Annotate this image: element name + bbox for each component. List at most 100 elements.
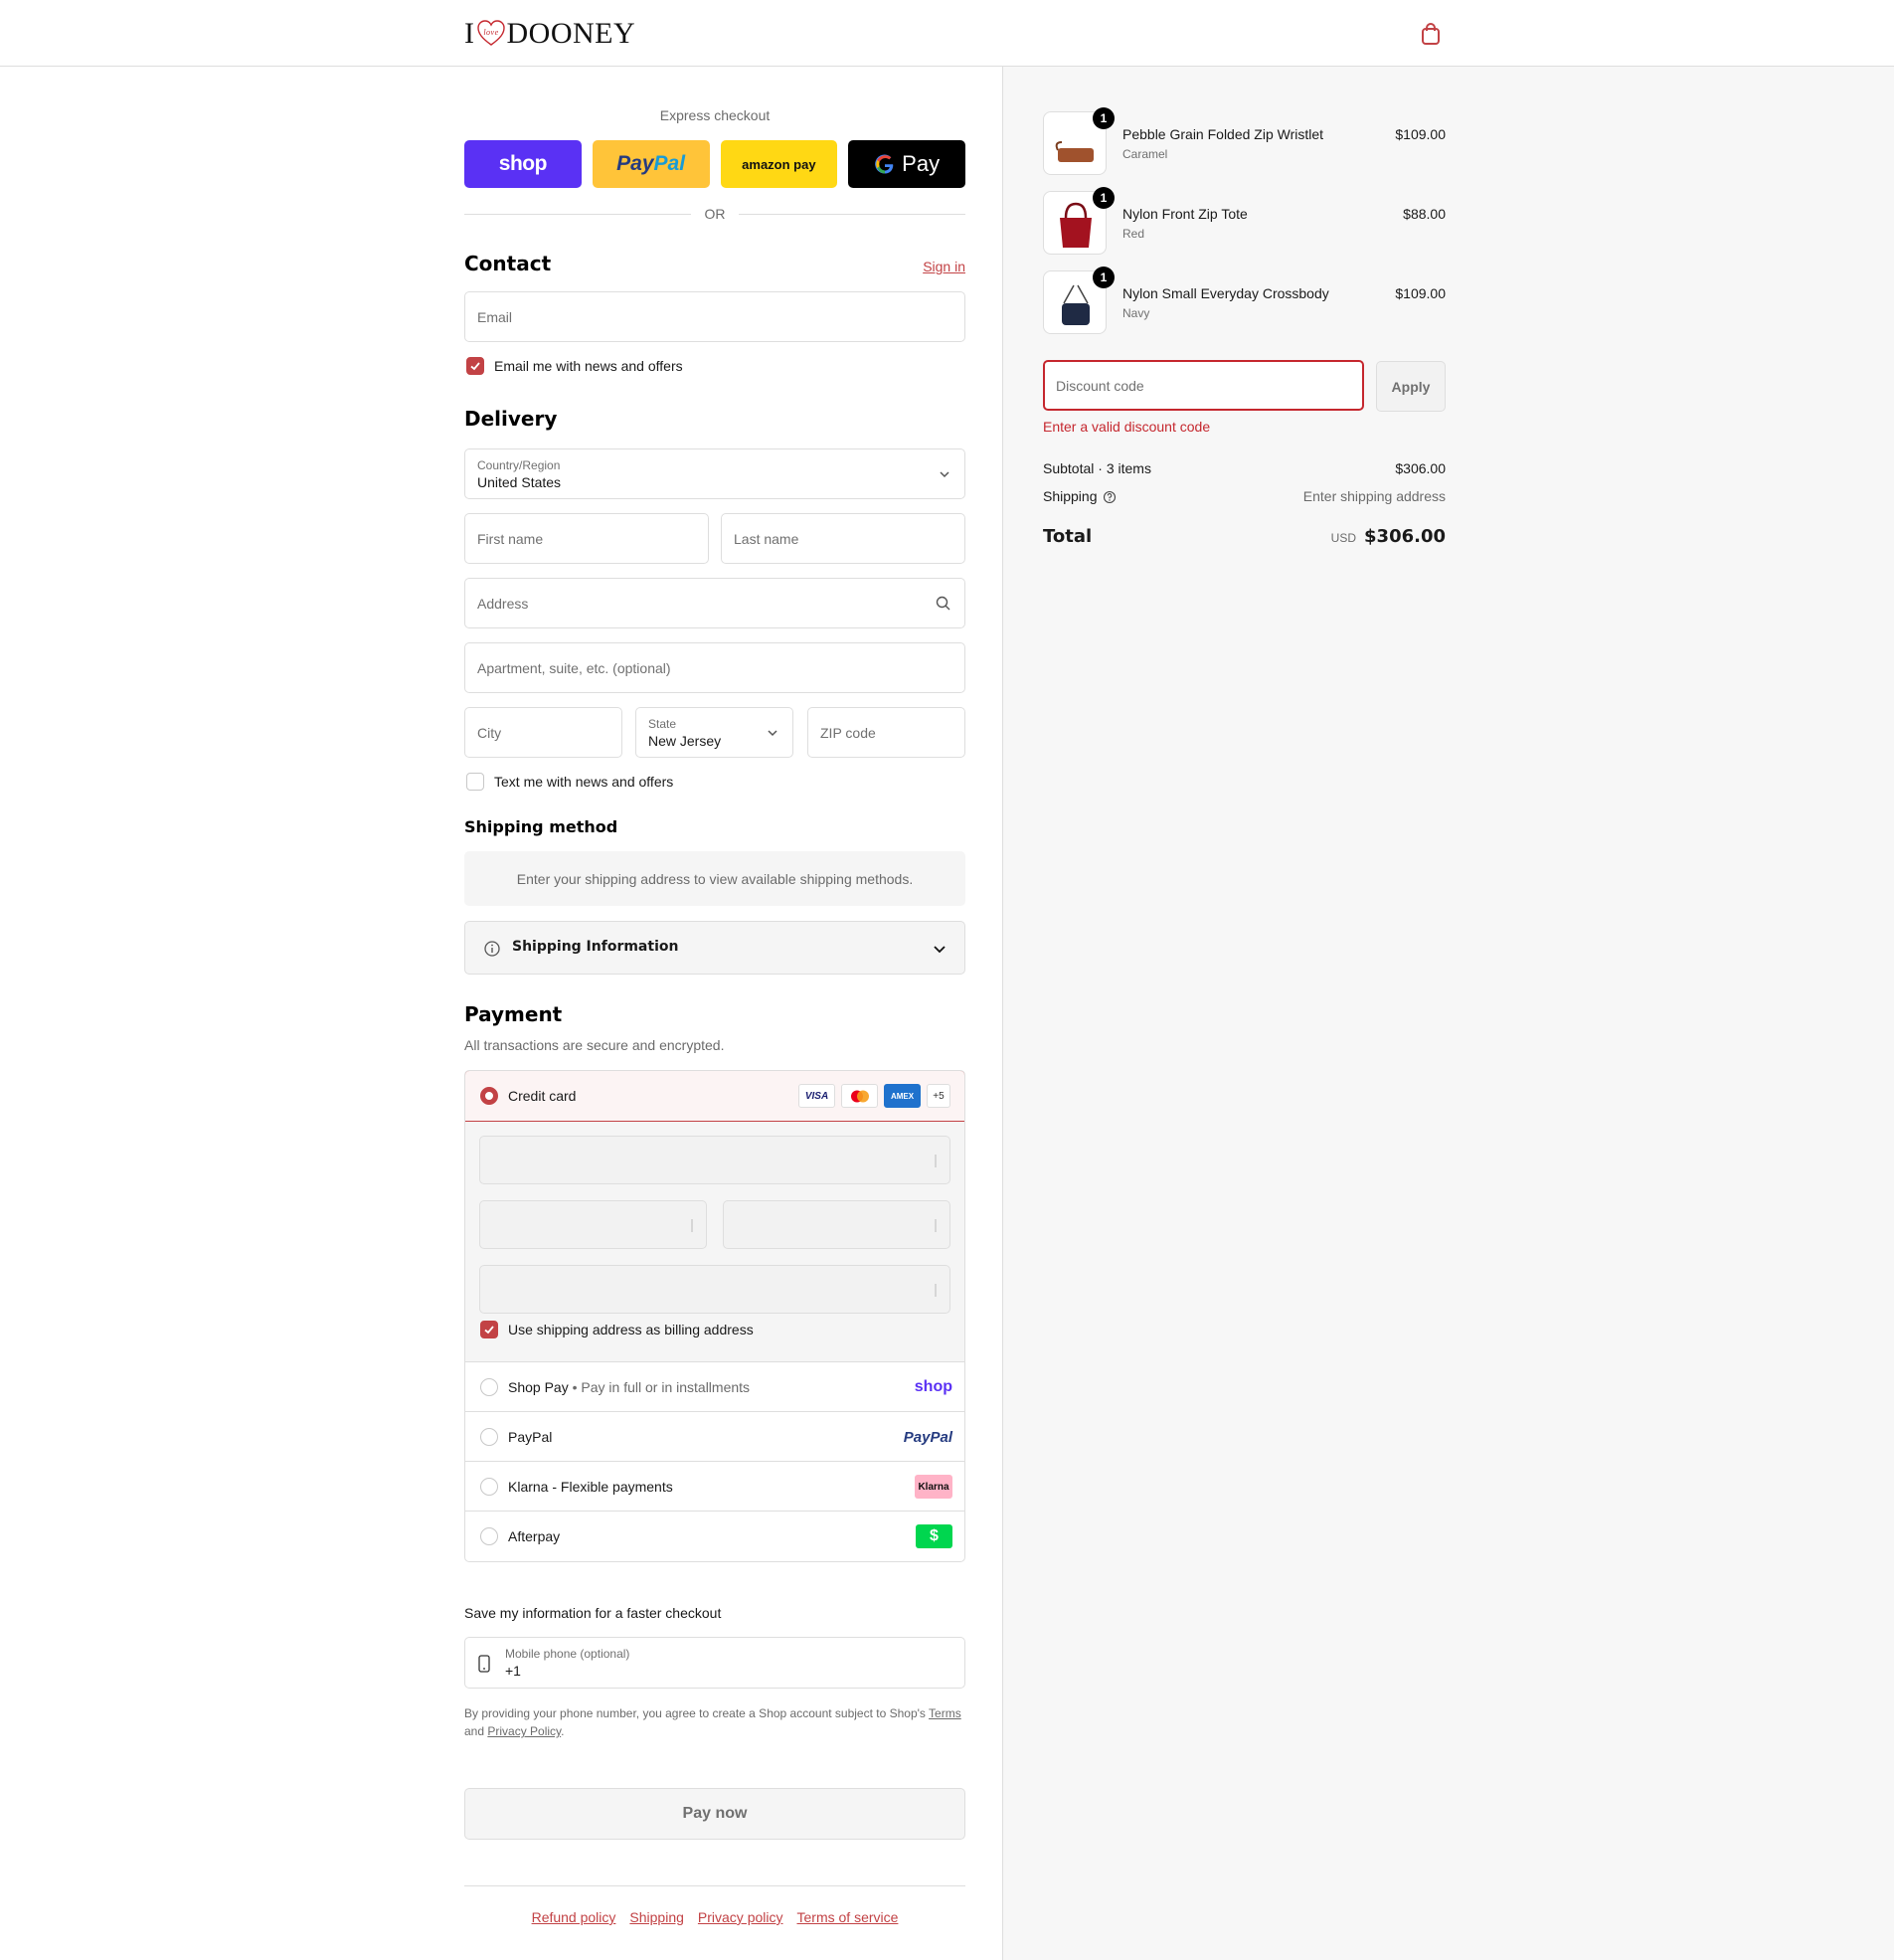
klarna-option[interactable]: Klarna - Flexible payments Klarna: [465, 1462, 964, 1512]
paypal-option[interactable]: PayPal PayPal: [465, 1412, 964, 1462]
card-number-field[interactable]: [479, 1136, 950, 1184]
paypal-logo: PayPal: [903, 1428, 952, 1446]
checkbox-checked-icon[interactable]: [466, 357, 484, 375]
apartment-field[interactable]: Apartment, suite, etc. (optional): [464, 642, 965, 693]
credit-card-option[interactable]: Credit card VISA AMEX +5: [465, 1071, 964, 1122]
city-field[interactable]: City: [464, 707, 622, 758]
total-value: $306.00: [1364, 526, 1446, 547]
text-news-checkbox[interactable]: Text me with news and offers: [466, 773, 673, 791]
privacy-policy-link[interactable]: Privacy Policy: [487, 1724, 561, 1738]
chevron-down-icon: [940, 471, 949, 478]
email-placeholder: Email: [477, 309, 513, 325]
separator: •: [568, 1379, 582, 1395]
mobile-phone-label: Mobile phone (optional): [505, 1647, 630, 1661]
subtotal-value: $306.00: [1395, 460, 1446, 476]
text-news-label: Text me with news and offers: [494, 774, 674, 790]
address-field[interactable]: Address: [464, 578, 965, 628]
google-pay-button[interactable]: Pay: [848, 140, 965, 188]
cart-item: 1 Nylon Small Everyday Crossbody Navy $1…: [1043, 267, 1446, 334]
paypal-text-a: Pay: [616, 152, 654, 175]
discount-placeholder: Discount code: [1056, 378, 1144, 394]
order-summary: 1 Pebble Grain Folded Zip Wristlet Caram…: [1002, 67, 1894, 1960]
email-news-checkbox[interactable]: Email me with news and offers: [466, 357, 683, 375]
mobile-phone-field[interactable]: Mobile phone (optional) +1: [464, 1637, 965, 1689]
shop-pay-logo: shop: [914, 1378, 952, 1395]
credit-card-form: Use shipping address as billing address: [465, 1122, 964, 1362]
last-name-field[interactable]: Last name: [721, 513, 965, 564]
checkbox-checked-icon[interactable]: [480, 1321, 498, 1338]
mastercard-icon: [841, 1084, 878, 1108]
shop-pay-detail: Pay in full or in installments: [581, 1379, 751, 1395]
shipping-information-label: Shipping Information: [512, 939, 679, 955]
refund-policy-link[interactable]: Refund policy: [532, 1909, 616, 1925]
afterpay-option[interactable]: Afterpay $: [465, 1512, 964, 1561]
brand-logo[interactable]: I love DOONEY: [464, 17, 635, 50]
expiration-date-field[interactable]: [479, 1200, 707, 1249]
klarna-logo: Klarna: [915, 1475, 952, 1499]
billing-address-label: Use shipping address as billing address: [508, 1322, 754, 1337]
footer-links: Refund policy Shipping Privacy policy Te…: [464, 1909, 965, 1925]
search-icon: [936, 596, 950, 611]
billing-address-checkbox[interactable]: Use shipping address as billing address: [480, 1321, 754, 1338]
security-code-field[interactable]: [723, 1200, 950, 1249]
shipping-method-heading: Shipping method: [464, 817, 618, 836]
svg-text:love: love: [483, 28, 498, 37]
delivery-heading: Delivery: [464, 407, 558, 431]
city-placeholder: City: [477, 725, 502, 741]
amazon-pay-button[interactable]: amazon pay: [720, 140, 838, 188]
radio-unselected-icon[interactable]: [480, 1527, 498, 1545]
shop-pay-option[interactable]: Shop Pay • Pay in full or in installment…: [465, 1362, 964, 1412]
shipping-label: Shipping: [1043, 488, 1098, 504]
product-price: $88.00: [1403, 206, 1446, 222]
mobile-phone-icon: [478, 1655, 490, 1673]
shipping-method-note: Enter your shipping address to view avai…: [464, 851, 965, 906]
radio-unselected-icon[interactable]: [480, 1478, 498, 1496]
address-placeholder: Address: [477, 596, 529, 612]
product-variant: Caramel: [1122, 147, 1168, 161]
country-value: United States: [477, 474, 562, 490]
visa-icon: VISA: [798, 1084, 835, 1108]
radio-selected-icon[interactable]: [480, 1087, 498, 1105]
help-icon[interactable]: [1103, 490, 1117, 504]
terms-of-service-link[interactable]: Terms of service: [797, 1909, 899, 1925]
paypal-text-b: Pal: [653, 152, 686, 175]
terms-link[interactable]: Terms: [929, 1706, 961, 1720]
cart-item: 1 Nylon Front Zip Tote Red $88.00: [1043, 187, 1446, 255]
subtotal-row: Subtotal · 3 items $306.00: [1043, 460, 1446, 476]
quantity-badge: 1: [1093, 267, 1115, 288]
zip-field[interactable]: ZIP code: [807, 707, 965, 758]
privacy-policy-footer-link[interactable]: Privacy policy: [698, 1909, 783, 1925]
paypal-label: PayPal: [508, 1429, 553, 1445]
product-variant: Navy: [1122, 306, 1150, 320]
checkbox-unchecked-icon[interactable]: [466, 773, 484, 791]
express-checkout-buttons: shop Pay Pal amazon pay Pay: [464, 140, 965, 188]
payment-heading: Payment: [464, 1002, 563, 1026]
contact-heading: Contact: [464, 252, 552, 275]
radio-unselected-icon[interactable]: [480, 1428, 498, 1446]
google-g-icon: [875, 154, 894, 174]
product-variant: Red: [1122, 227, 1145, 241]
chevron-down-icon: [934, 946, 946, 954]
name-on-card-field[interactable]: [479, 1265, 950, 1314]
sign-in-link[interactable]: Sign in: [923, 259, 965, 274]
total-currency: USD: [1330, 531, 1357, 545]
quantity-badge: 1: [1093, 107, 1115, 129]
shopping-bag-icon[interactable]: [1420, 22, 1442, 46]
pay-now-button[interactable]: Pay now: [464, 1788, 965, 1840]
shipping-information-accordion[interactable]: Shipping Information: [464, 921, 965, 975]
first-name-field[interactable]: First name: [464, 513, 709, 564]
paypal-button[interactable]: Pay Pal: [592, 140, 710, 188]
first-name-placeholder: First name: [477, 531, 544, 547]
email-field[interactable]: Email: [464, 291, 965, 342]
shop-pay-button[interactable]: shop: [464, 140, 582, 188]
phone-legal-text: By providing your phone number, you agre…: [464, 1706, 961, 1738]
radio-unselected-icon[interactable]: [480, 1378, 498, 1396]
shipping-row: Shipping Enter shipping address: [1043, 488, 1446, 504]
product-name: Nylon Front Zip Tote: [1122, 206, 1248, 222]
or-divider: OR: [464, 206, 965, 222]
state-select[interactable]: State New Jersey: [635, 707, 793, 758]
discount-code-field[interactable]: Discount code: [1043, 360, 1364, 411]
shipping-link[interactable]: Shipping: [629, 1909, 684, 1925]
country-select[interactable]: Country/Region United States: [464, 448, 965, 499]
apply-button[interactable]: Apply: [1376, 361, 1446, 412]
